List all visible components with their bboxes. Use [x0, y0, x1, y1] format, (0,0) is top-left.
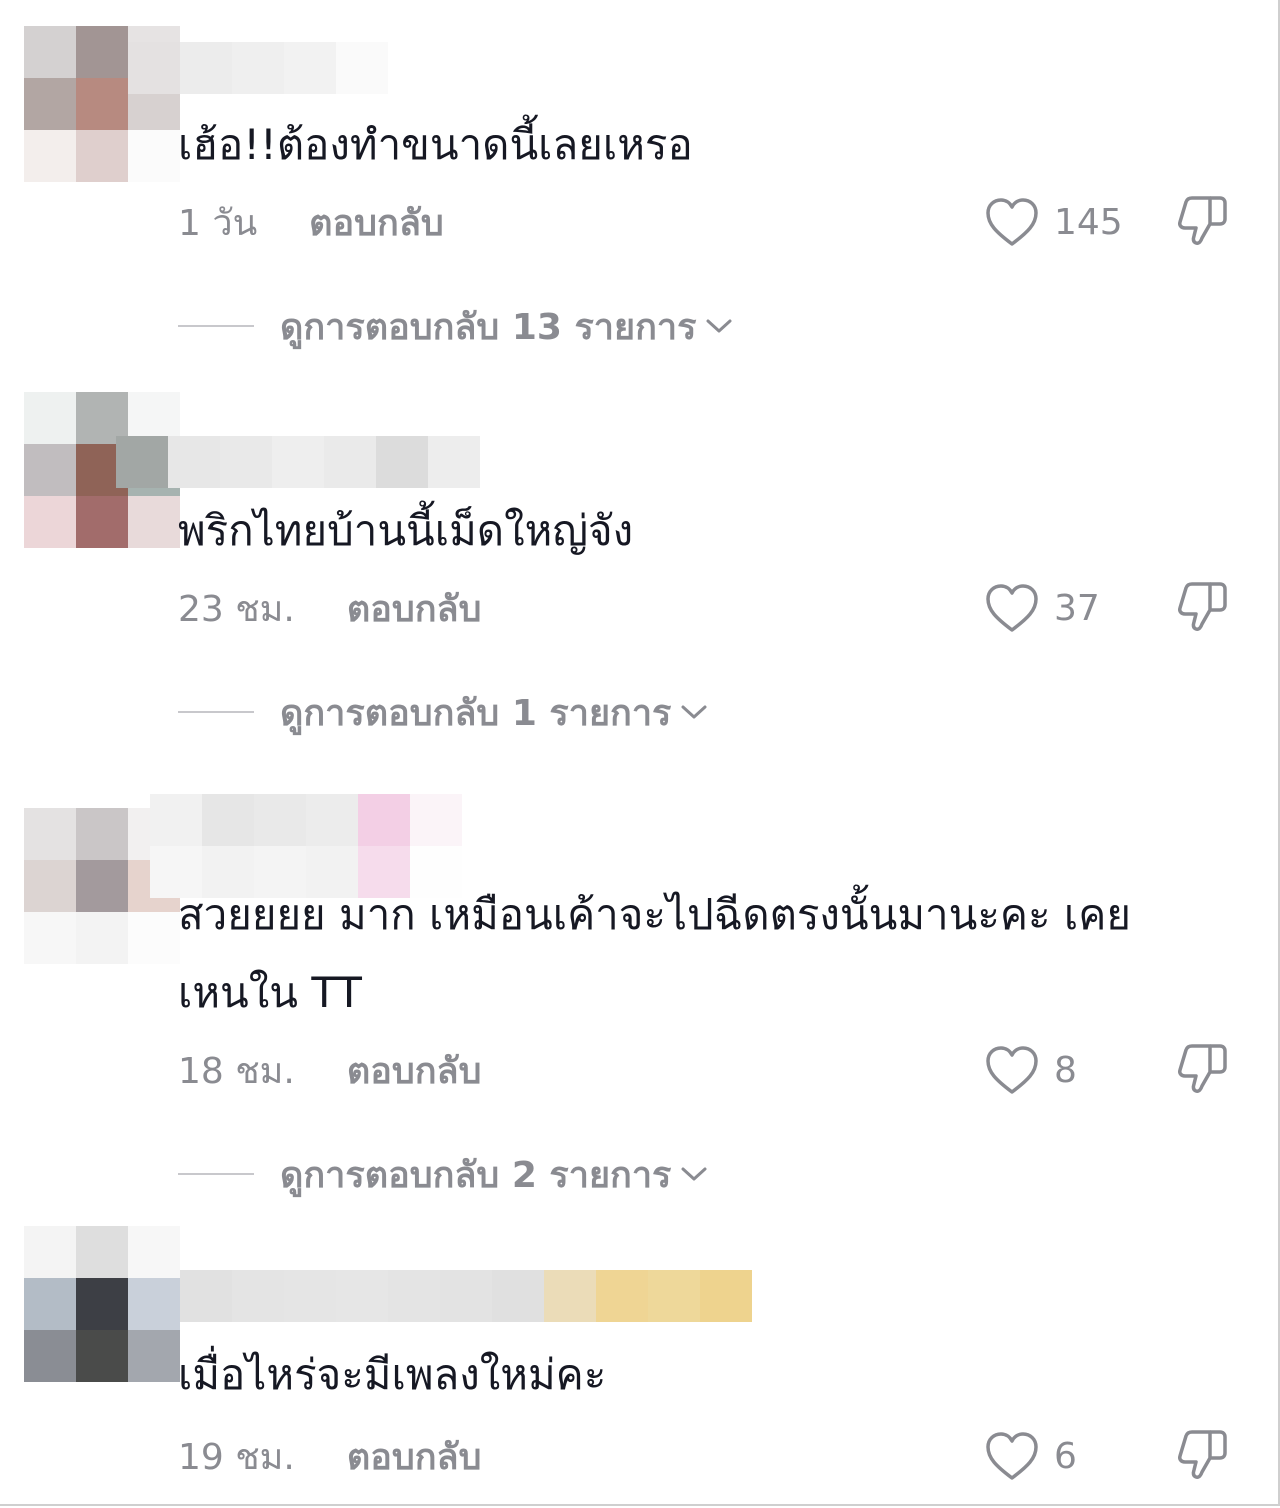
reply-button[interactable]: ตอบกลับ: [309, 194, 444, 251]
chevron-down-icon: [706, 319, 732, 333]
like-count: 145: [1054, 201, 1123, 243]
reply-button[interactable]: ตอบกลับ: [347, 580, 482, 637]
like-count: 8: [1054, 1049, 1077, 1091]
view-replies-button[interactable]: ดูการตอบกลับ 2 รายการ: [178, 1144, 709, 1204]
chevron-down-icon: [681, 1167, 707, 1181]
comment-meta: 19 ชม. ตอบกลับ: [178, 1426, 481, 1486]
username-pixelated[interactable]: [128, 42, 388, 94]
reply-button[interactable]: ตอบกลับ: [347, 1428, 482, 1485]
comment-meta: 23 ชม. ตอบกลับ: [178, 578, 481, 638]
view-replies-label: ดูการตอบกลับ 2 รายการ: [280, 1154, 672, 1196]
comment-time: 1 วัน: [178, 202, 258, 244]
username-pixelated[interactable]: [180, 1270, 752, 1322]
username-pixelated[interactable]: [116, 436, 480, 488]
view-replies-button[interactable]: ดูการตอบกลับ 13 รายการ: [178, 296, 734, 356]
comment-text: พริกไทยบ้านนี้เม็ดใหญ่จัง: [178, 506, 634, 555]
avatar[interactable]: [24, 1226, 180, 1382]
divider-line: [178, 325, 254, 327]
heart-outline-icon: [986, 198, 1038, 246]
like-button[interactable]: 6: [984, 1426, 1077, 1486]
comment-list: เฮ้อ!!ต้องทำขนาดนี้เลยเหรอ 1 วัน ตอบกลับ…: [0, 0, 1280, 1506]
like-button[interactable]: 145: [984, 192, 1123, 252]
divider-line: [178, 1173, 254, 1175]
like-count: 37: [1054, 587, 1100, 629]
view-replies-label: ดูการตอบกลับ 1 รายการ: [280, 692, 672, 734]
heart-outline-icon: [986, 1432, 1038, 1480]
heart-outline-icon: [986, 584, 1038, 632]
divider-line: [178, 711, 254, 713]
comment-time: 23 ชม.: [178, 588, 295, 630]
comment-text: เมื่อไหร่จะมีเพลงใหม่คะ: [178, 1350, 607, 1399]
comment-text: สวยยยย มาก เหมือนเค้าจะไปฉีดตรงนั้นมานะค…: [178, 890, 1131, 1017]
thumbs-down-outline-icon[interactable]: [1172, 1426, 1232, 1486]
comment-time: 19 ชม.: [178, 1436, 295, 1478]
comment-meta: 1 วัน ตอบกลับ: [178, 192, 444, 252]
thumbs-down-outline-icon[interactable]: [1172, 1040, 1232, 1100]
like-button[interactable]: 8: [984, 1040, 1077, 1100]
comment-meta: 18 ชม. ตอบกลับ: [178, 1040, 481, 1100]
heart-outline-icon: [986, 1046, 1038, 1094]
view-replies-label: ดูการตอบกลับ 13 รายการ: [280, 306, 697, 348]
like-count: 6: [1054, 1435, 1077, 1477]
username-pixelated[interactable]: [150, 794, 462, 846]
thumbs-down-outline-icon[interactable]: [1172, 192, 1232, 252]
comment-text: เฮ้อ!!ต้องทำขนาดนี้เลยเหรอ: [178, 120, 693, 169]
comment-time: 18 ชม.: [178, 1050, 295, 1092]
like-button[interactable]: 37: [984, 578, 1100, 638]
chevron-down-icon: [681, 705, 707, 719]
view-replies-button[interactable]: ดูการตอบกลับ 1 รายการ: [178, 682, 709, 742]
thumbs-down-outline-icon[interactable]: [1172, 578, 1232, 638]
reply-button[interactable]: ตอบกลับ: [347, 1042, 482, 1099]
